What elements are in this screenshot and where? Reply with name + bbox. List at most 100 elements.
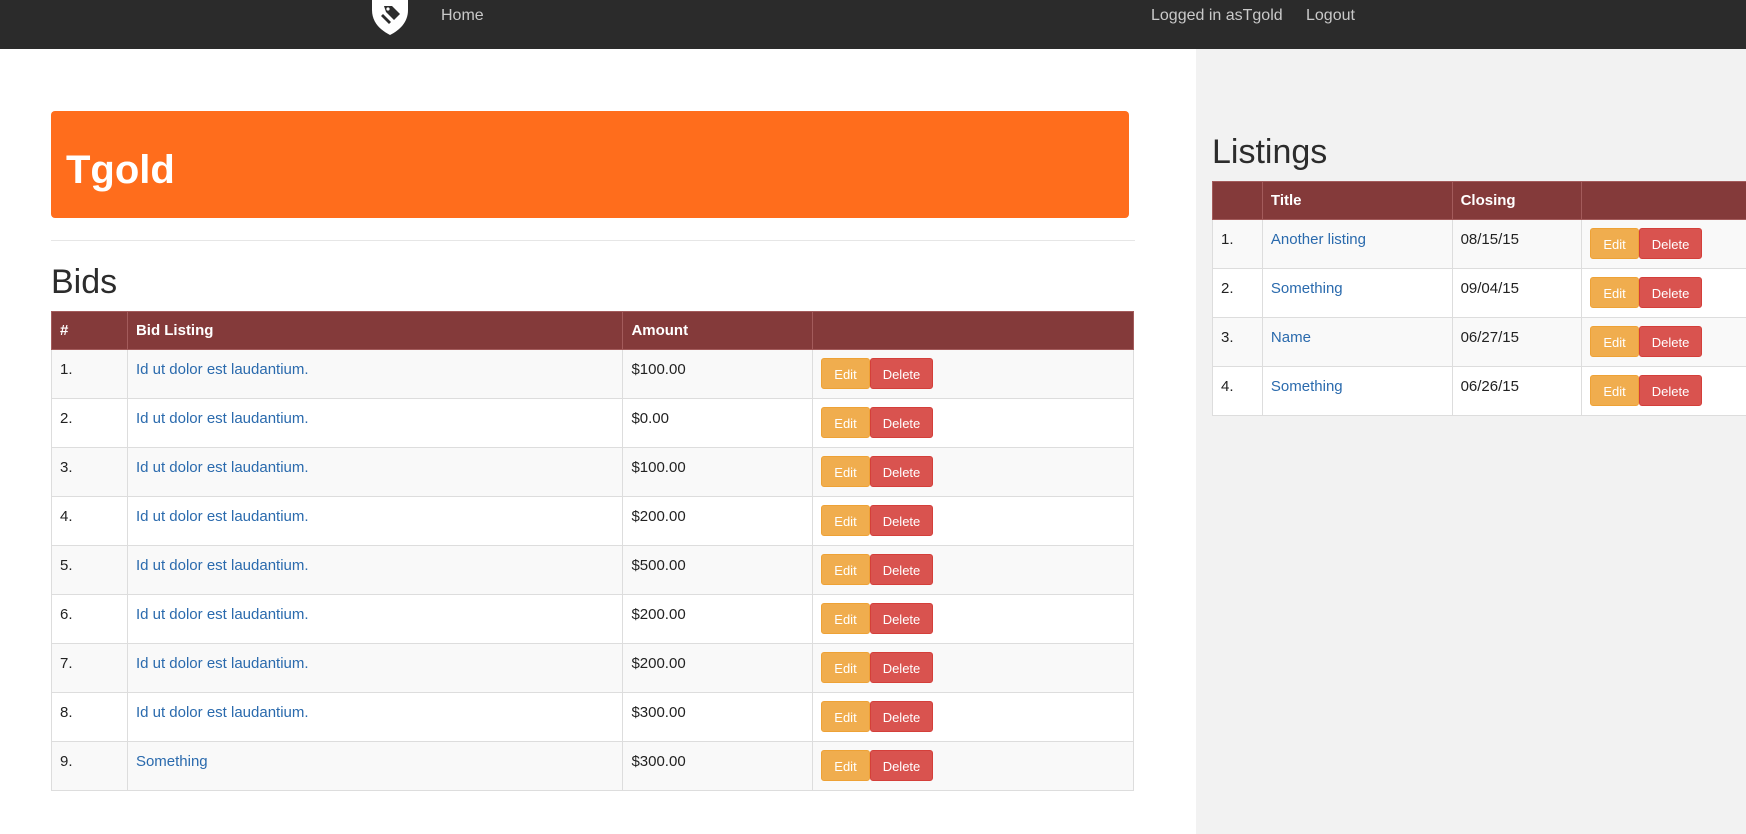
delete-button[interactable]: Delete — [869, 358, 934, 389]
edit-button[interactable]: Edit — [821, 750, 870, 781]
delete-button[interactable]: Delete — [869, 456, 934, 487]
row-number: 6. — [51, 594, 128, 644]
edit-button[interactable]: Edit — [821, 701, 870, 732]
row-amount: $200.00 — [622, 496, 814, 546]
nav-home-link[interactable]: Home — [441, 7, 484, 25]
table-row: 2. Id ut dolor est laudantium. $0.00 Edit De… — [51, 398, 1134, 448]
table-row: 6. Id ut dolor est laudantium. $200.00 Edit… — [51, 594, 1134, 644]
delete-button[interactable]: Delete — [1638, 326, 1703, 357]
listing-link[interactable]: Id ut dolor est laudantium. — [136, 606, 309, 623]
row-listing-cell: Id ut dolor est laudantium. — [126, 643, 624, 693]
table-header-row: Title Closing — [1212, 181, 1746, 220]
row-listing-cell: Id ut dolor est laudantium. — [126, 594, 624, 644]
delete-button[interactable]: Delete — [869, 407, 934, 438]
row-closing: 06/26/15 — [1451, 366, 1583, 416]
profile-username: Tgold — [66, 148, 175, 192]
row-amount: $200.00 — [622, 643, 814, 693]
row-title-cell: Something — [1261, 366, 1453, 416]
row-number: 4. — [1212, 366, 1263, 416]
row-number: 1. — [51, 349, 128, 399]
row-title-cell: Something — [1261, 268, 1453, 318]
row-actions: Edit Delete — [812, 594, 1134, 644]
edit-button[interactable]: Edit — [821, 652, 870, 683]
row-number: 1. — [1212, 219, 1263, 269]
table-row: 3. Id ut dolor est laudantium. $100.00 Edit… — [51, 447, 1134, 497]
edit-button[interactable]: Edit — [1590, 375, 1639, 406]
table-row: 2. Something 09/04/15 Edit Delete — [1212, 268, 1746, 318]
edit-button[interactable]: Edit — [821, 358, 870, 389]
title-link[interactable]: Name — [1271, 329, 1311, 346]
title-link[interactable]: Another listing — [1271, 231, 1366, 248]
listings-table: Title Closing 1. Another listing 08/15/15 E… — [1212, 181, 1746, 416]
edit-button[interactable]: Edit — [1590, 326, 1639, 357]
edit-button[interactable]: Edit — [821, 505, 870, 536]
table-row: 9. Something $300.00 Edit Delete — [51, 741, 1134, 791]
logged-in-user-link[interactable]: Logged in asTgold — [1151, 7, 1283, 25]
title-link[interactable]: Something — [1271, 280, 1343, 297]
delete-button[interactable]: Delete — [869, 505, 934, 536]
row-number: 9. — [51, 741, 128, 791]
row-amount: $0.00 — [622, 398, 814, 448]
row-number: 3. — [51, 447, 128, 497]
row-number: 2. — [1212, 268, 1263, 318]
row-actions: Edit Delete — [1581, 366, 1746, 416]
delete-button[interactable]: Delete — [869, 652, 934, 683]
column-header-title: Title — [1261, 181, 1453, 220]
listing-link[interactable]: Id ut dolor est laudantium. — [136, 361, 309, 378]
column-header-number: # — [51, 311, 128, 350]
logout-link[interactable]: Logout — [1306, 7, 1355, 25]
row-actions: Edit Delete — [812, 741, 1134, 791]
row-number: 5. — [51, 545, 128, 595]
row-number: 7. — [51, 643, 128, 693]
table-row: 1. Another listing 08/15/15 Edit Delete — [1212, 219, 1746, 269]
row-number: 4. — [51, 496, 128, 546]
table-row: 8. Id ut dolor est laudantium. $300.00 Edit… — [51, 692, 1134, 742]
column-header-actions — [1581, 181, 1746, 220]
row-number: 2. — [51, 398, 128, 448]
title-link[interactable]: Something — [1271, 378, 1343, 395]
delete-button[interactable]: Delete — [1638, 375, 1703, 406]
edit-button[interactable]: Edit — [1590, 277, 1639, 308]
table-row: 4. Something 06/26/15 Edit Delete — [1212, 366, 1746, 416]
edit-button[interactable]: Edit — [821, 554, 870, 585]
delete-button[interactable]: Delete — [869, 750, 934, 781]
row-actions: Edit Delete — [1581, 268, 1746, 318]
edit-button[interactable]: Edit — [1590, 228, 1639, 259]
edit-button[interactable]: Edit — [821, 456, 870, 487]
delete-button[interactable]: Delete — [1638, 277, 1703, 308]
row-actions: Edit Delete — [812, 692, 1134, 742]
listing-link[interactable]: Something — [136, 753, 208, 770]
column-header-number — [1212, 181, 1263, 220]
table-row: 4. Id ut dolor est laudantium. $200.00 Edit… — [51, 496, 1134, 546]
edit-button[interactable]: Edit — [821, 603, 870, 634]
row-number: 8. — [51, 692, 128, 742]
profile-banner: Tgold — [51, 111, 1129, 218]
table-row: 1. Id ut dolor est laudantium. $100.00 Edit… — [51, 349, 1134, 399]
listing-link[interactable]: Id ut dolor est laudantium. — [136, 410, 309, 427]
row-listing-cell: Something — [126, 741, 624, 791]
listing-link[interactable]: Id ut dolor est laudantium. — [136, 557, 309, 574]
bids-table: # Bid Listing Amount 1. Id ut dolor est l… — [51, 311, 1134, 791]
row-listing-cell: Id ut dolor est laudantium. — [126, 692, 624, 742]
edit-button[interactable]: Edit — [821, 407, 870, 438]
delete-button[interactable]: Delete — [869, 554, 934, 585]
row-listing-cell: Id ut dolor est laudantium. — [126, 447, 624, 497]
listing-link[interactable]: Id ut dolor est laudantium. — [136, 508, 309, 525]
table-row: 5. Id ut dolor est laudantium. $500.00 Edit… — [51, 545, 1134, 595]
delete-button[interactable]: Delete — [869, 701, 934, 732]
row-listing-cell: Id ut dolor est laudantium. — [126, 349, 624, 399]
delete-button[interactable]: Delete — [1638, 228, 1703, 259]
row-actions: Edit Delete — [812, 643, 1134, 693]
shield-tag-icon[interactable] — [370, 0, 410, 36]
delete-button[interactable]: Delete — [869, 603, 934, 634]
row-actions: Edit Delete — [812, 545, 1134, 595]
row-amount: $100.00 — [622, 447, 814, 497]
listing-link[interactable]: Id ut dolor est laudantium. — [136, 655, 309, 672]
listing-link[interactable]: Id ut dolor est laudantium. — [136, 704, 309, 721]
row-title-cell: Another listing — [1261, 219, 1453, 269]
row-actions: Edit Delete — [812, 496, 1134, 546]
row-actions: Edit Delete — [1581, 219, 1746, 269]
row-closing: 06/27/15 — [1451, 317, 1583, 367]
column-header-actions — [812, 311, 1134, 350]
listing-link[interactable]: Id ut dolor est laudantium. — [136, 459, 309, 476]
